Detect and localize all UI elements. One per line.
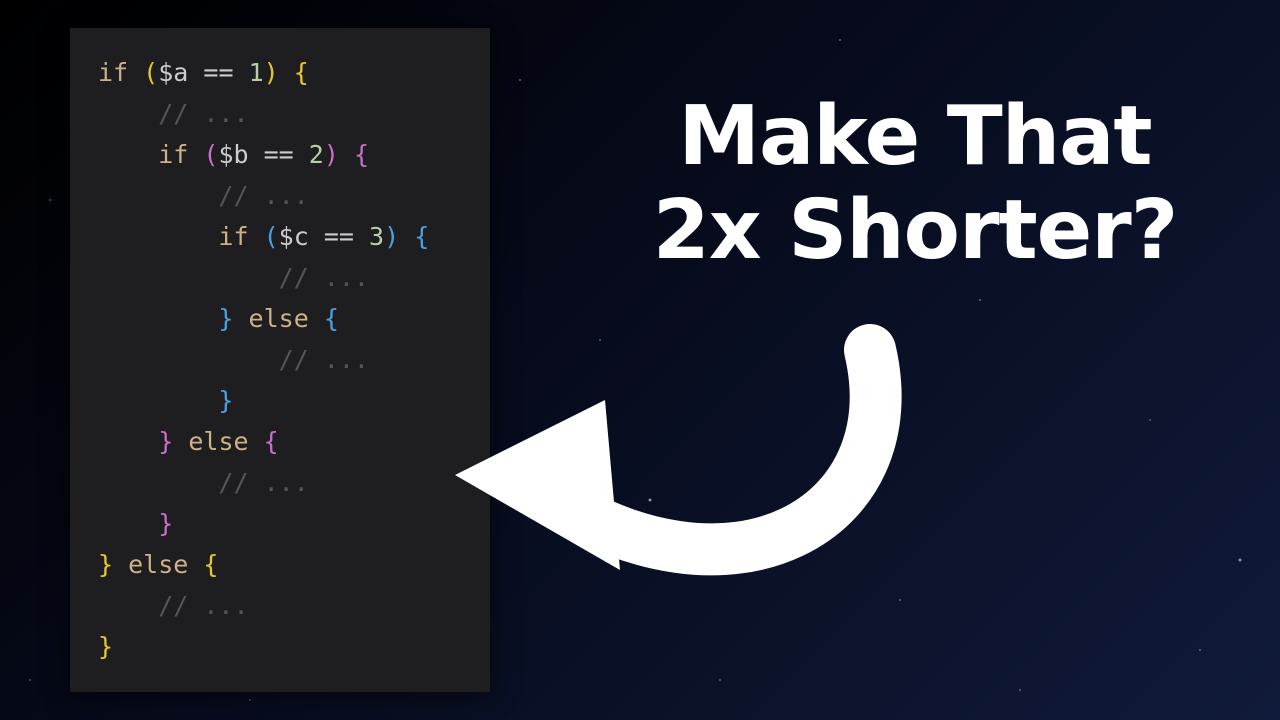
headline-line1: Make That xyxy=(570,90,1260,184)
num-2: 2 xyxy=(309,140,324,169)
comment: // ... xyxy=(158,99,248,128)
num-3: 3 xyxy=(369,222,384,251)
num-1: 1 xyxy=(249,58,264,87)
code-snippet-card: if ($a == 1) { // ... if ($b == 2) { // … xyxy=(70,28,490,692)
var-b: $b xyxy=(218,140,248,169)
headline-line2: 2x Shorter? xyxy=(570,184,1260,278)
kw-if: if xyxy=(98,58,128,87)
var-c: $c xyxy=(279,222,309,251)
headline-text: Make That 2x Shorter? xyxy=(570,90,1260,279)
var-a: $a xyxy=(158,58,188,87)
